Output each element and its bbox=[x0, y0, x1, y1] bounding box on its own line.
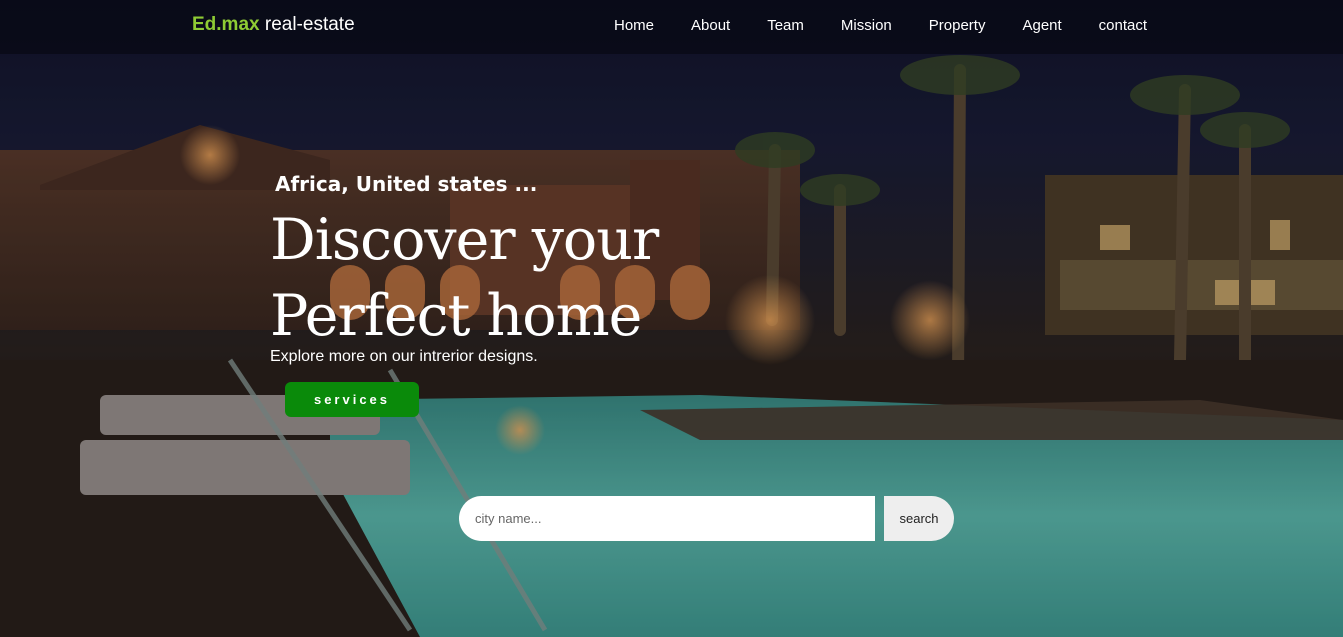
top-navbar: Ed.max real-estate Home About Team Missi… bbox=[0, 0, 1343, 54]
nav-links: Home About Team Mission Property Agent c… bbox=[614, 17, 1184, 34]
nav-link-agent[interactable]: Agent bbox=[1022, 17, 1061, 34]
nav-link-home[interactable]: Home bbox=[614, 17, 654, 34]
hero-headline-line1: Discover your bbox=[270, 207, 659, 273]
services-button[interactable]: services bbox=[285, 382, 419, 417]
hero-subtitle: Explore more on our intrerior designs. bbox=[270, 348, 538, 365]
nav-link-mission[interactable]: Mission bbox=[841, 17, 892, 34]
background-overlay bbox=[0, 0, 1343, 637]
nav-link-property[interactable]: Property bbox=[929, 17, 986, 34]
brand-name-rest: real-estate bbox=[259, 14, 355, 35]
brand-logo[interactable]: Ed.max real-estate bbox=[192, 14, 355, 36]
brand-name-accent: Ed.max bbox=[192, 14, 260, 35]
nav-link-team[interactable]: Team bbox=[767, 17, 804, 34]
nav-link-about[interactable]: About bbox=[691, 17, 730, 34]
hero-background-image bbox=[0, 0, 1343, 637]
hero-location: Africa, United states ... bbox=[275, 172, 538, 196]
nav-link-contact[interactable]: contact bbox=[1099, 17, 1147, 34]
search-button[interactable]: search bbox=[884, 496, 954, 541]
hero-headline-line2: Perfect home bbox=[270, 283, 642, 349]
city-search-input[interactable] bbox=[459, 496, 875, 541]
hero-headline: Discover your Perfect home bbox=[270, 202, 659, 354]
